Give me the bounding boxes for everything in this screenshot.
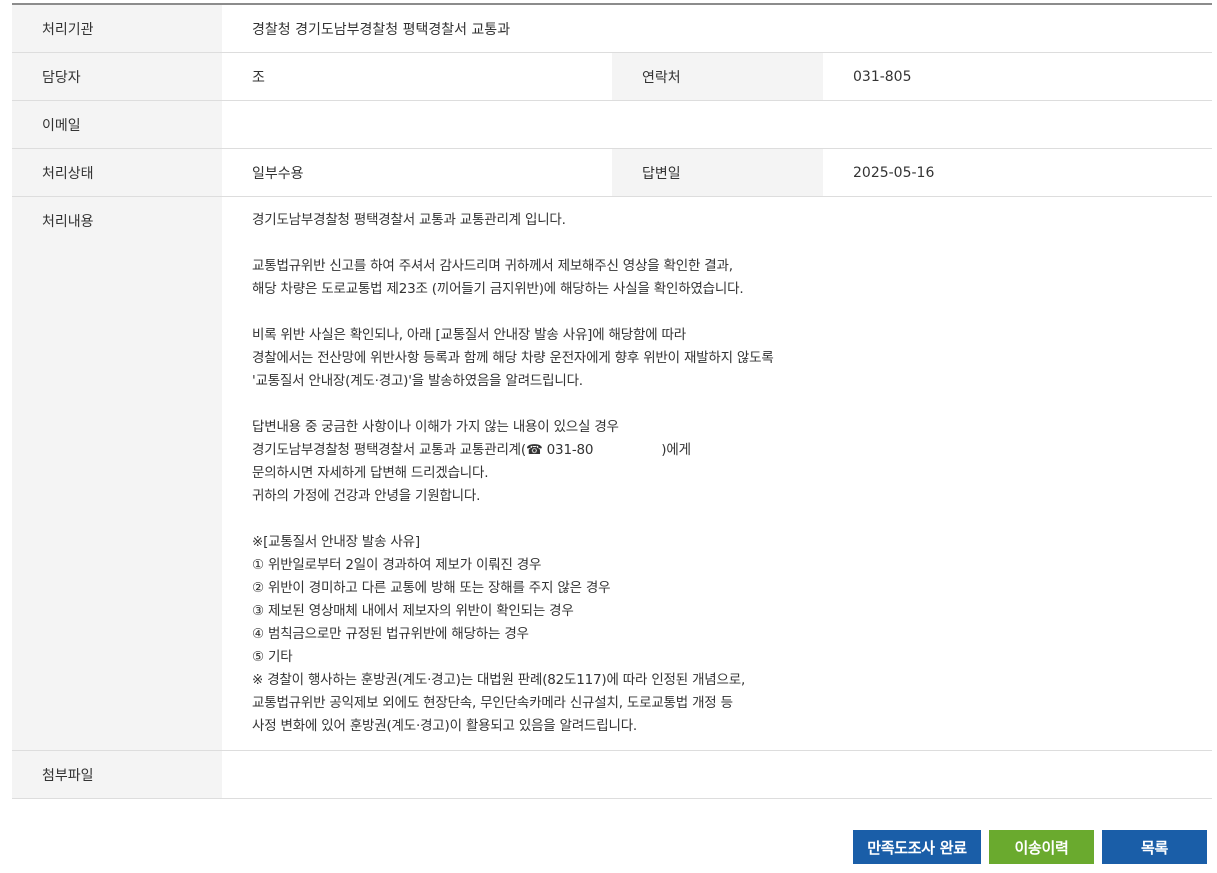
email-value	[222, 101, 1212, 148]
content-line: 경기도남부경찰청 평택경찰서 교통과 교통관리계 입니다.	[252, 209, 774, 232]
content-line-text: 귀하의 가정에 건강과 안녕을 기원합니다.	[252, 488, 481, 504]
contact-value: 031-805	[823, 53, 1212, 100]
content-line-text: ② 위반이 경미하고 다른 교통에 방해 또는 장해를 주지 않은 경우	[252, 580, 611, 596]
content-line-text: 경기도남부경찰청 평택경찰서 교통과 교통관리계(☎ 031-80	[252, 442, 594, 458]
action-buttons: 만족도조사 완료 이송이력 목록	[853, 830, 1207, 864]
redacted-mask	[911, 69, 972, 84]
content-line: 해당 차량은 도로교통법 제23조 (끼어들기 금지위반)에 해당하는 사실을 …	[252, 278, 774, 301]
content-line-text: ※[교통질서 안내장 발송 사유]	[252, 534, 420, 550]
content-line: 비록 위반 사실은 확인되나, 아래 [교통질서 안내장 발송 사유]에 해당함…	[252, 324, 774, 347]
content-line: ⑤ 기타	[252, 646, 774, 669]
contact-number: 031-805	[853, 68, 912, 85]
content-blank-line	[252, 393, 774, 416]
row-content: 처리내용 경기도남부경찰청 평택경찰서 교통과 교통관리계 입니다. 교통법규위반…	[12, 197, 1212, 751]
content-blank-line	[252, 232, 774, 255]
content-body: 경기도남부경찰청 평택경찰서 교통과 교통관리계 입니다. 교통법규위반 신고를 …	[252, 209, 774, 738]
survey-complete-button[interactable]: 만족도조사 완료	[853, 830, 981, 864]
row-email: 이메일	[12, 101, 1212, 149]
manager-value: 조	[222, 53, 612, 100]
complaint-detail-table: 처리기관 경찰청 경기도남부경찰청 평택경찰서 교통과 담당자 조 연락처 03…	[12, 3, 1212, 799]
status-value: 일부수용	[222, 149, 612, 196]
content-line: ④ 범칙금으로만 규정된 법규위반에 해당하는 경우	[252, 623, 774, 646]
content-line: ② 위반이 경미하고 다른 교통에 방해 또는 장해를 주지 않은 경우	[252, 577, 774, 600]
content-line: ※ 경찰이 행사하는 훈방권(계도·경고)는 대법원 판례(82도117)에 따…	[252, 669, 774, 692]
content-line-text: 교통법규위반 신고를 하여 주셔서 감사드리며 귀하께서 제보해주신 영상을 확…	[252, 258, 733, 274]
content-blank-line	[252, 508, 774, 531]
agency-label: 처리기관	[12, 5, 222, 52]
attachment-label: 첨부파일	[12, 751, 222, 798]
email-label: 이메일	[12, 101, 222, 148]
content-line-suffix: )에게	[661, 442, 691, 458]
content-line: 교통법규위반 신고를 하여 주셔서 감사드리며 귀하께서 제보해주신 영상을 확…	[252, 255, 774, 278]
content-value: 경기도남부경찰청 평택경찰서 교통과 교통관리계 입니다. 교통법규위반 신고를 …	[222, 197, 1212, 750]
content-label: 처리내용	[12, 197, 222, 750]
answer-date-label: 답변일	[612, 149, 823, 196]
content-line-text: ③ 제보된 영상매체 내에서 제보자의 위반이 확인되는 경우	[252, 603, 574, 619]
transfer-history-button[interactable]: 이송이력	[989, 830, 1094, 864]
row-agency: 처리기관 경찰청 경기도남부경찰청 평택경찰서 교통과	[12, 5, 1212, 53]
contact-label: 연락처	[612, 53, 823, 100]
content-line-text: 경기도남부경찰청 평택경찰서 교통과 교통관리계 입니다.	[252, 212, 566, 228]
content-line-text: 해당 차량은 도로교통법 제23조 (끼어들기 금지위반)에 해당하는 사실을 …	[252, 281, 744, 297]
row-attachment: 첨부파일	[12, 751, 1212, 799]
content-line: 사정 변화에 있어 훈방권(계도·경고)이 활용되고 있음을 알려드립니다.	[252, 715, 774, 738]
redacted-mask	[593, 443, 662, 457]
content-line: 교통법규위반 공익제보 외에도 현장단속, 무인단속카메라 신규설치, 도로교통…	[252, 692, 774, 715]
content-line-text: 비록 위반 사실은 확인되나, 아래 [교통질서 안내장 발송 사유]에 해당함…	[252, 327, 686, 343]
content-line-text: ⑤ 기타	[252, 649, 293, 665]
content-line: ① 위반일로부터 2일이 경과하여 제보가 이뤄진 경우	[252, 554, 774, 577]
answer-date-value: 2025-05-16	[823, 149, 1212, 196]
content-line: 귀하의 가정에 건강과 안녕을 기원합니다.	[252, 485, 774, 508]
content-line: 답변내용 중 궁금한 사항이나 이해가 가지 않는 내용이 있으실 경우	[252, 416, 774, 439]
content-line-text: ※ 경찰이 행사하는 훈방권(계도·경고)는 대법원 판례(82도117)에 따…	[252, 672, 746, 688]
content-line-text: ④ 범칙금으로만 규정된 법규위반에 해당하는 경우	[252, 626, 529, 642]
agency-value: 경찰청 경기도남부경찰청 평택경찰서 교통과	[222, 5, 1212, 52]
status-label: 처리상태	[12, 149, 222, 196]
manager-label: 담당자	[12, 53, 222, 100]
attachment-value	[222, 751, 1212, 798]
row-status: 처리상태 일부수용 답변일 2025-05-16	[12, 149, 1212, 197]
list-button[interactable]: 목록	[1102, 830, 1207, 864]
content-line-text: 문의하시면 자세하게 답변해 드리겠습니다.	[252, 465, 489, 481]
content-line-text: 경찰에서는 전산망에 위반사항 등록과 함께 해당 차량 운전자에게 향후 위반…	[252, 350, 774, 366]
redacted-mask	[264, 69, 305, 84]
row-manager: 담당자 조 연락처 031-805	[12, 53, 1212, 101]
content-line: '교통질서 안내장(계도·경고)'을 발송하였음을 알려드립니다.	[252, 370, 774, 393]
content-line-text: 사정 변화에 있어 훈방권(계도·경고)이 활용되고 있음을 알려드립니다.	[252, 718, 638, 734]
content-line: 문의하시면 자세하게 답변해 드리겠습니다.	[252, 462, 774, 485]
content-line: ※[교통질서 안내장 발송 사유]	[252, 531, 774, 554]
content-line-text: 교통법규위반 공익제보 외에도 현장단속, 무인단속카메라 신규설치, 도로교통…	[252, 695, 733, 711]
content-line-text: '교통질서 안내장(계도·경고)'을 발송하였음을 알려드립니다.	[252, 373, 583, 389]
content-line-text: 답변내용 중 궁금한 사항이나 이해가 가지 않는 내용이 있으실 경우	[252, 419, 619, 435]
content-line: 경찰에서는 전산망에 위반사항 등록과 함께 해당 차량 운전자에게 향후 위반…	[252, 347, 774, 370]
content-blank-line	[252, 301, 774, 324]
content-line: ③ 제보된 영상매체 내에서 제보자의 위반이 확인되는 경우	[252, 600, 774, 623]
manager-name: 조	[252, 69, 265, 86]
content-line-text: ① 위반일로부터 2일이 경과하여 제보가 이뤄진 경우	[252, 557, 542, 573]
content-line: 경기도남부경찰청 평택경찰서 교통과 교통관리계(☎ 031-80 )에게	[252, 439, 774, 462]
